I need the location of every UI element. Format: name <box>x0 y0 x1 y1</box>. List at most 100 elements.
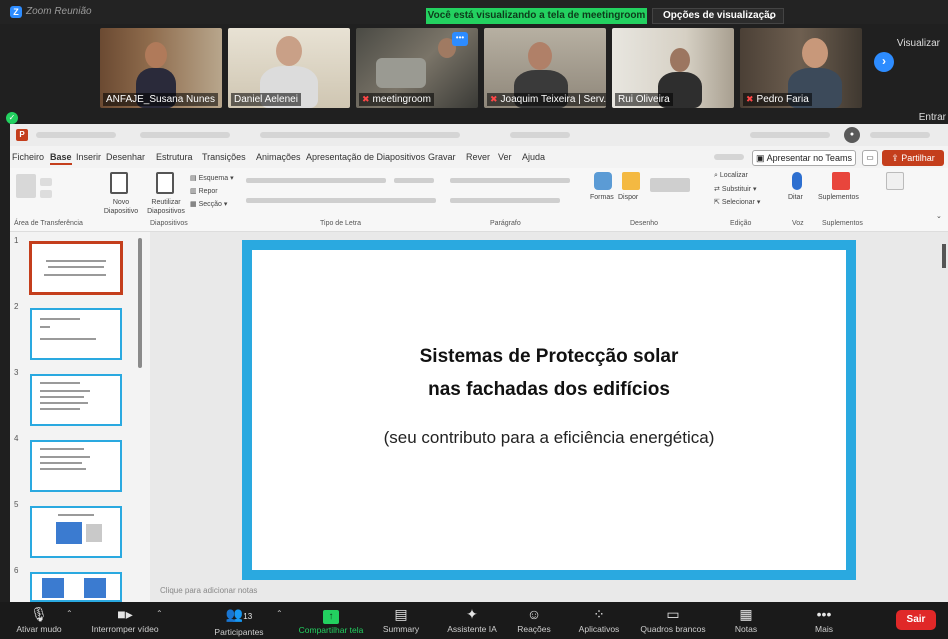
ribbon-expand-chevron-icon[interactable]: ⌄ <box>936 212 942 220</box>
slide-title[interactable]: Sistemas de Protecção solar nas fachadas… <box>252 340 846 406</box>
chevron-up-icon[interactable]: ⌃ <box>66 609 73 618</box>
reuse-slides-icon[interactable] <box>156 172 174 194</box>
next-page-arrow-icon[interactable]: › <box>874 52 894 72</box>
thumb-line <box>48 266 104 268</box>
addins-label[interactable]: Suplementos <box>818 194 859 201</box>
menu-animations[interactable]: Animações <box>256 152 301 162</box>
menu-insert[interactable]: Inserir <box>76 152 101 162</box>
security-shield-icon[interactable]: ✓ <box>6 112 18 124</box>
powerpoint-window: P ● Ficheiro Base Inserir Desenhar Estru… <box>10 124 948 602</box>
summary-button[interactable]: ▤ Summary <box>368 605 434 635</box>
slide-thumbnail[interactable] <box>30 572 122 602</box>
chevron-up-icon[interactable]: ⌃ <box>276 609 283 618</box>
video-tile[interactable]: Daniel Aelenei <box>228 28 350 108</box>
ai-assistant-button[interactable]: ✦ Assistente IA <box>434 605 510 635</box>
dictate-label[interactable]: Ditar <box>788 194 803 201</box>
participants-button[interactable]: 👥13 Participantes <box>196 605 282 638</box>
leave-meeting-button[interactable]: Sair <box>896 610 936 630</box>
notes-label: Notas <box>734 624 758 634</box>
current-slide[interactable]: Sistemas de Protecção solar nas fachadas… <box>242 240 856 580</box>
enter-label[interactable]: Entrar <box>919 112 946 123</box>
shapes-label[interactable]: Formas <box>590 194 614 201</box>
select-button[interactable]: ⇱ Selecionar ▾ <box>714 198 760 206</box>
chevron-down-icon: ⌄ <box>767 11 775 21</box>
zoom-logo-icon: Z <box>10 6 22 18</box>
thumb-image <box>56 522 82 544</box>
menu-record[interactable]: Gravar <box>428 152 456 162</box>
menu-home[interactable]: Base <box>50 152 72 165</box>
slide-thumbnail[interactable] <box>30 308 122 360</box>
reactions-button[interactable]: ☺ Reações <box>504 605 564 635</box>
stop-video-label: Interromper vídeo <box>91 624 159 634</box>
blurred-menu-item <box>714 154 744 160</box>
menu-file[interactable]: Ficheiro <box>12 152 44 162</box>
menu-view[interactable]: Ver <box>498 152 512 162</box>
slide-subtitle[interactable]: (seu contributo para a eficiência energé… <box>252 428 846 448</box>
video-tile[interactable]: Rui Oliveira <box>612 28 734 108</box>
reuse-slides-label[interactable]: Reutilizar Diapositivos <box>142 198 190 216</box>
more-button[interactable]: ••• Mais <box>796 605 852 635</box>
mute-button[interactable]: 🎙 Ativar mudo <box>4 605 74 635</box>
section-label: Secção <box>198 201 222 208</box>
new-slide-icon[interactable] <box>110 172 128 194</box>
share-button[interactable]: ⇪ Partilhar <box>882 150 944 166</box>
notes-placeholder[interactable]: Clique para adicionar notas <box>160 586 257 595</box>
section-button[interactable]: ▦ Secção ▾ <box>190 200 227 208</box>
font-name-box[interactable] <box>246 178 386 183</box>
new-slide-label[interactable]: Novo Diapositivo <box>96 198 146 216</box>
view-options-button[interactable]: Opções de visualização ⌄ <box>652 8 784 24</box>
thumbnails-scrollbar[interactable] <box>138 238 142 368</box>
present-in-teams-button[interactable]: ▣ Apresentar no Teams <box>752 150 856 166</box>
paste-icon[interactable] <box>16 174 36 198</box>
slide-thumbnail[interactable] <box>30 440 122 492</box>
participant-name: Daniel Aelenei <box>231 93 301 106</box>
reset-button[interactable]: ▥ Repor <box>190 187 218 195</box>
arrange-icon[interactable] <box>622 172 640 190</box>
canvas-scrollbar[interactable] <box>942 244 946 268</box>
menu-slideshow[interactable]: Apresentação de Diapositivos <box>306 152 425 162</box>
replace-label: Substituir <box>721 186 751 193</box>
apps-button[interactable]: ⁘ Aplicativos <box>564 605 634 635</box>
font-format-buttons[interactable] <box>246 198 436 203</box>
menu-help[interactable]: Ajuda <box>522 152 545 162</box>
participants-count: 13 <box>243 612 253 621</box>
font-size-box[interactable] <box>394 178 434 183</box>
slide-thumbnail[interactable] <box>29 241 123 295</box>
comment-icon[interactable]: ▭ <box>862 150 878 166</box>
paragraph-list-buttons[interactable] <box>450 178 570 183</box>
slide-thumbnail[interactable] <box>30 374 122 426</box>
find-button[interactable]: ⌕ Localizar <box>714 172 748 180</box>
video-tile[interactable]: ANFAJE_Susana Nunes <box>100 28 222 108</box>
blurred-search <box>510 132 570 138</box>
user-avatar[interactable]: ● <box>844 127 860 143</box>
microphone-icon[interactable] <box>792 172 802 190</box>
addins-icon[interactable] <box>832 172 850 190</box>
menu-design[interactable]: Estrutura <box>156 152 193 162</box>
layout-button[interactable]: ▤ Esquema ▾ <box>190 174 234 182</box>
slide-thumbnail[interactable] <box>30 506 122 558</box>
menu-review[interactable]: Rever <box>466 152 490 162</box>
menu-draw[interactable]: Desenhar <box>106 152 145 162</box>
thumb-image <box>42 578 64 598</box>
arrange-label[interactable]: Dispor <box>618 194 638 201</box>
video-tile[interactable]: ••• ✖ meetingroom <box>356 28 478 108</box>
whiteboards-button[interactable]: ▭ Quadros brancos <box>632 605 714 635</box>
video-tile[interactable]: ✖ Pedro Faria <box>740 28 862 108</box>
more-options-icon[interactable]: ••• <box>452 32 468 46</box>
share-screen-button[interactable]: ↑ Compartilhar tela <box>288 605 374 636</box>
cut-icon[interactable] <box>40 178 52 186</box>
quick-styles-blurred[interactable] <box>650 178 690 192</box>
copy-icon[interactable] <box>40 190 52 198</box>
shapes-icon[interactable] <box>594 172 612 190</box>
ppt-title-bar: P ● <box>10 124 948 146</box>
video-tile[interactable]: ✖ Joaquim Teixeira | Serv... <box>484 28 606 108</box>
paragraph-align-buttons[interactable] <box>450 198 560 203</box>
view-label[interactable]: Visualizar <box>897 38 940 49</box>
more-dots-icon: ••• <box>816 606 832 622</box>
menu-transitions[interactable]: Transições <box>202 152 246 162</box>
designer-icon[interactable] <box>886 172 904 190</box>
chevron-up-icon[interactable]: ⌃ <box>156 609 163 618</box>
replace-button[interactable]: ⇄ Substituir ▾ <box>714 185 756 193</box>
notes-button[interactable]: ▦ Notas <box>718 605 774 635</box>
participant-name: Rui Oliveira <box>615 93 673 106</box>
